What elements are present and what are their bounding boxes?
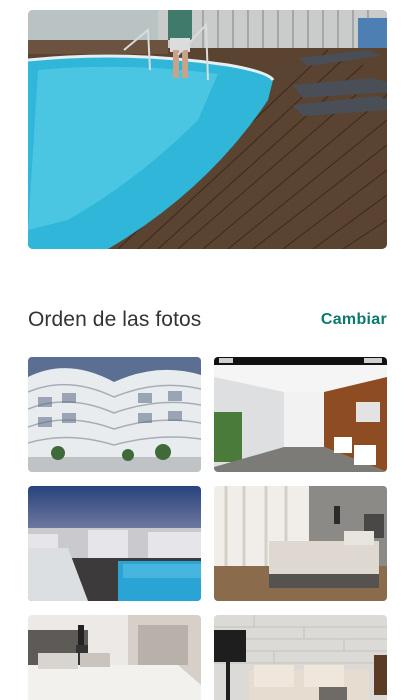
- building-facade-photo[interactable]: [28, 357, 201, 472]
- hallway-photo[interactable]: [214, 357, 387, 472]
- pool-deck-photo[interactable]: [28, 10, 387, 249]
- building-facade-image: [28, 357, 201, 472]
- rooftop-pool-photo[interactable]: [28, 486, 201, 601]
- bedroom-curtains-photo[interactable]: [214, 486, 387, 601]
- hallway-image: [214, 357, 387, 472]
- pool-deck-image: [28, 10, 387, 249]
- bedroom-photo[interactable]: [28, 615, 201, 700]
- change-order-button[interactable]: Cambiar: [321, 311, 387, 329]
- bedroom-curtains-image: [214, 486, 387, 601]
- living-room-image: [214, 615, 387, 700]
- rooftop-pool-image: [28, 486, 201, 601]
- living-room-photo[interactable]: [214, 615, 387, 700]
- bedroom-image: [28, 615, 201, 700]
- photo-order-header: Orden de las fotos Cambiar: [28, 304, 387, 336]
- section-title: Orden de las fotos: [28, 308, 202, 331]
- listing-photos-screen: Orden de las fotos Cambiar: [0, 0, 415, 700]
